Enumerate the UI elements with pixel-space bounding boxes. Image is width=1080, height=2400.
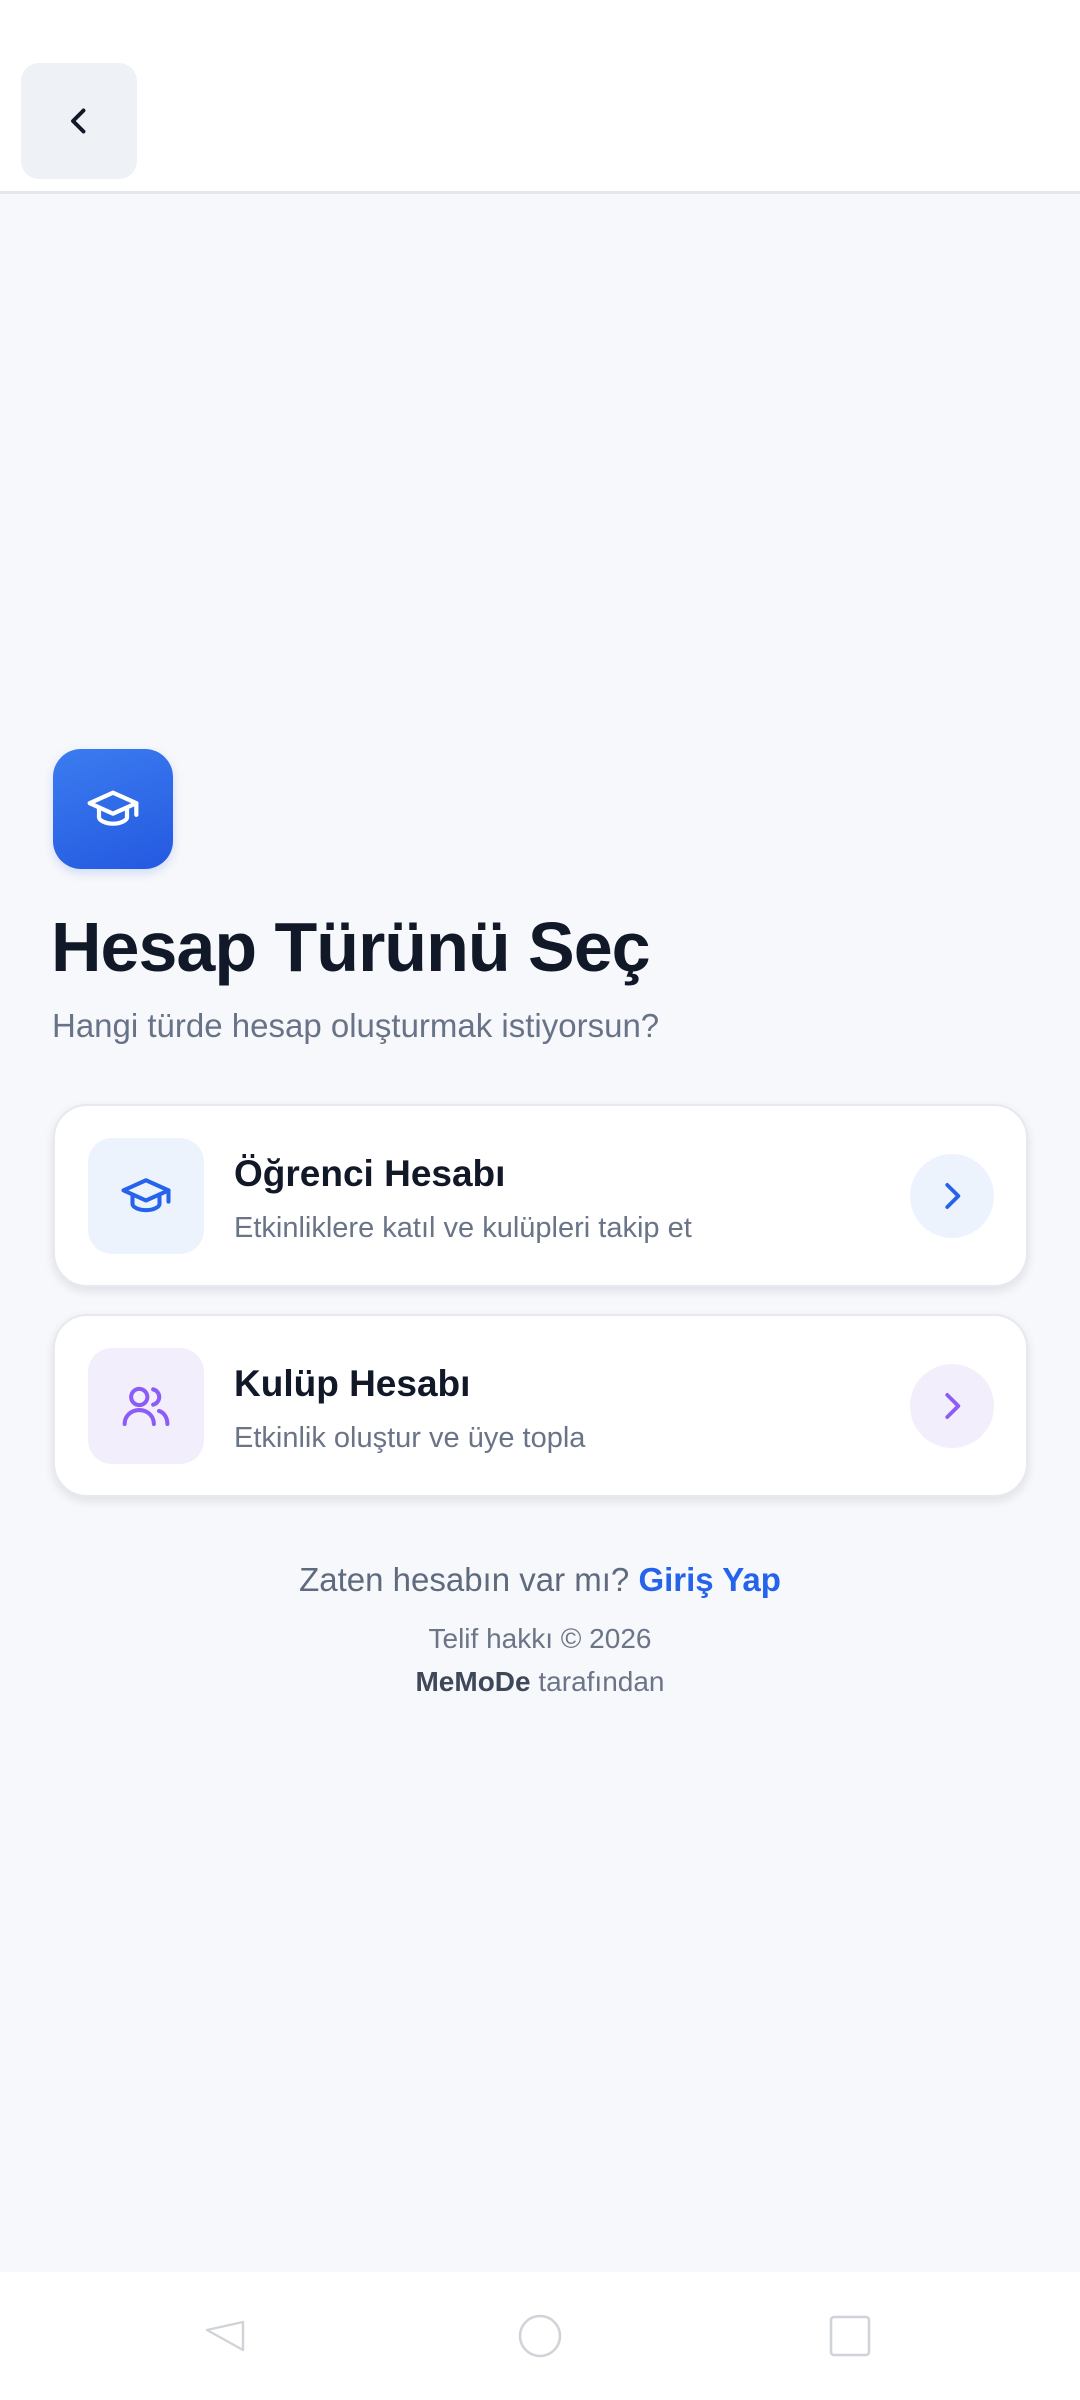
system-navigation-bar bbox=[0, 2272, 1080, 2400]
users-icon bbox=[122, 1386, 170, 1427]
club-account-description: Etkinlik oluştur ve üye topla bbox=[234, 1422, 586, 1454]
login-prompt-text: Zaten hesabın var mı? bbox=[299, 1561, 630, 1598]
back-button[interactable] bbox=[21, 63, 137, 179]
nav-back-button[interactable] bbox=[125, 2272, 325, 2400]
nav-home-icon bbox=[518, 2314, 562, 2358]
club-account-title: Kulüp Hesabı bbox=[234, 1363, 471, 1404]
login-prompt: Zaten hesabın var mı? Giriş Yap bbox=[0, 1556, 1080, 1604]
byline-suffix: tarafından bbox=[538, 1666, 665, 1697]
byline: MeMoDe tarafından bbox=[0, 1662, 1080, 1702]
club-account-arrow bbox=[910, 1364, 994, 1448]
graduation-cap-icon bbox=[121, 1178, 171, 1213]
app-logo bbox=[53, 749, 173, 869]
nav-recents-icon bbox=[829, 2315, 871, 2357]
graduation-cap-icon bbox=[87, 790, 139, 826]
page-subtitle: Hangi türde hesap oluşturmak istiyorsun? bbox=[52, 1007, 660, 1044]
club-icon-tile bbox=[88, 1348, 204, 1464]
student-account-arrow bbox=[910, 1154, 994, 1238]
page-title: Hesap Türünü Seç bbox=[51, 908, 651, 986]
chevron-left-icon bbox=[71, 108, 86, 134]
club-account-option[interactable]: Kulüp Hesabı Etkinlik oluştur ve üye top… bbox=[53, 1314, 1028, 1497]
chevron-right-icon bbox=[945, 1183, 961, 1209]
nav-back-icon bbox=[205, 2320, 245, 2352]
student-icon-tile bbox=[88, 1138, 204, 1254]
student-account-description: Etkinliklere katıl ve kulüpleri takip et bbox=[234, 1212, 692, 1244]
nav-home-button[interactable] bbox=[440, 2272, 640, 2400]
student-account-title: Öğrenci Hesabı bbox=[234, 1153, 506, 1194]
login-link[interactable]: Giriş Yap bbox=[638, 1561, 780, 1598]
top-app-bar bbox=[0, 0, 1080, 194]
nav-recents-button[interactable] bbox=[750, 2272, 950, 2400]
chevron-right-icon bbox=[945, 1393, 961, 1419]
student-account-option[interactable]: Öğrenci Hesabı Etkinliklere katıl ve kul… bbox=[53, 1104, 1028, 1287]
copyright-text: Telif hakkı © 2026 bbox=[428, 1623, 652, 1654]
brand-name: MeMoDe bbox=[415, 1666, 531, 1697]
